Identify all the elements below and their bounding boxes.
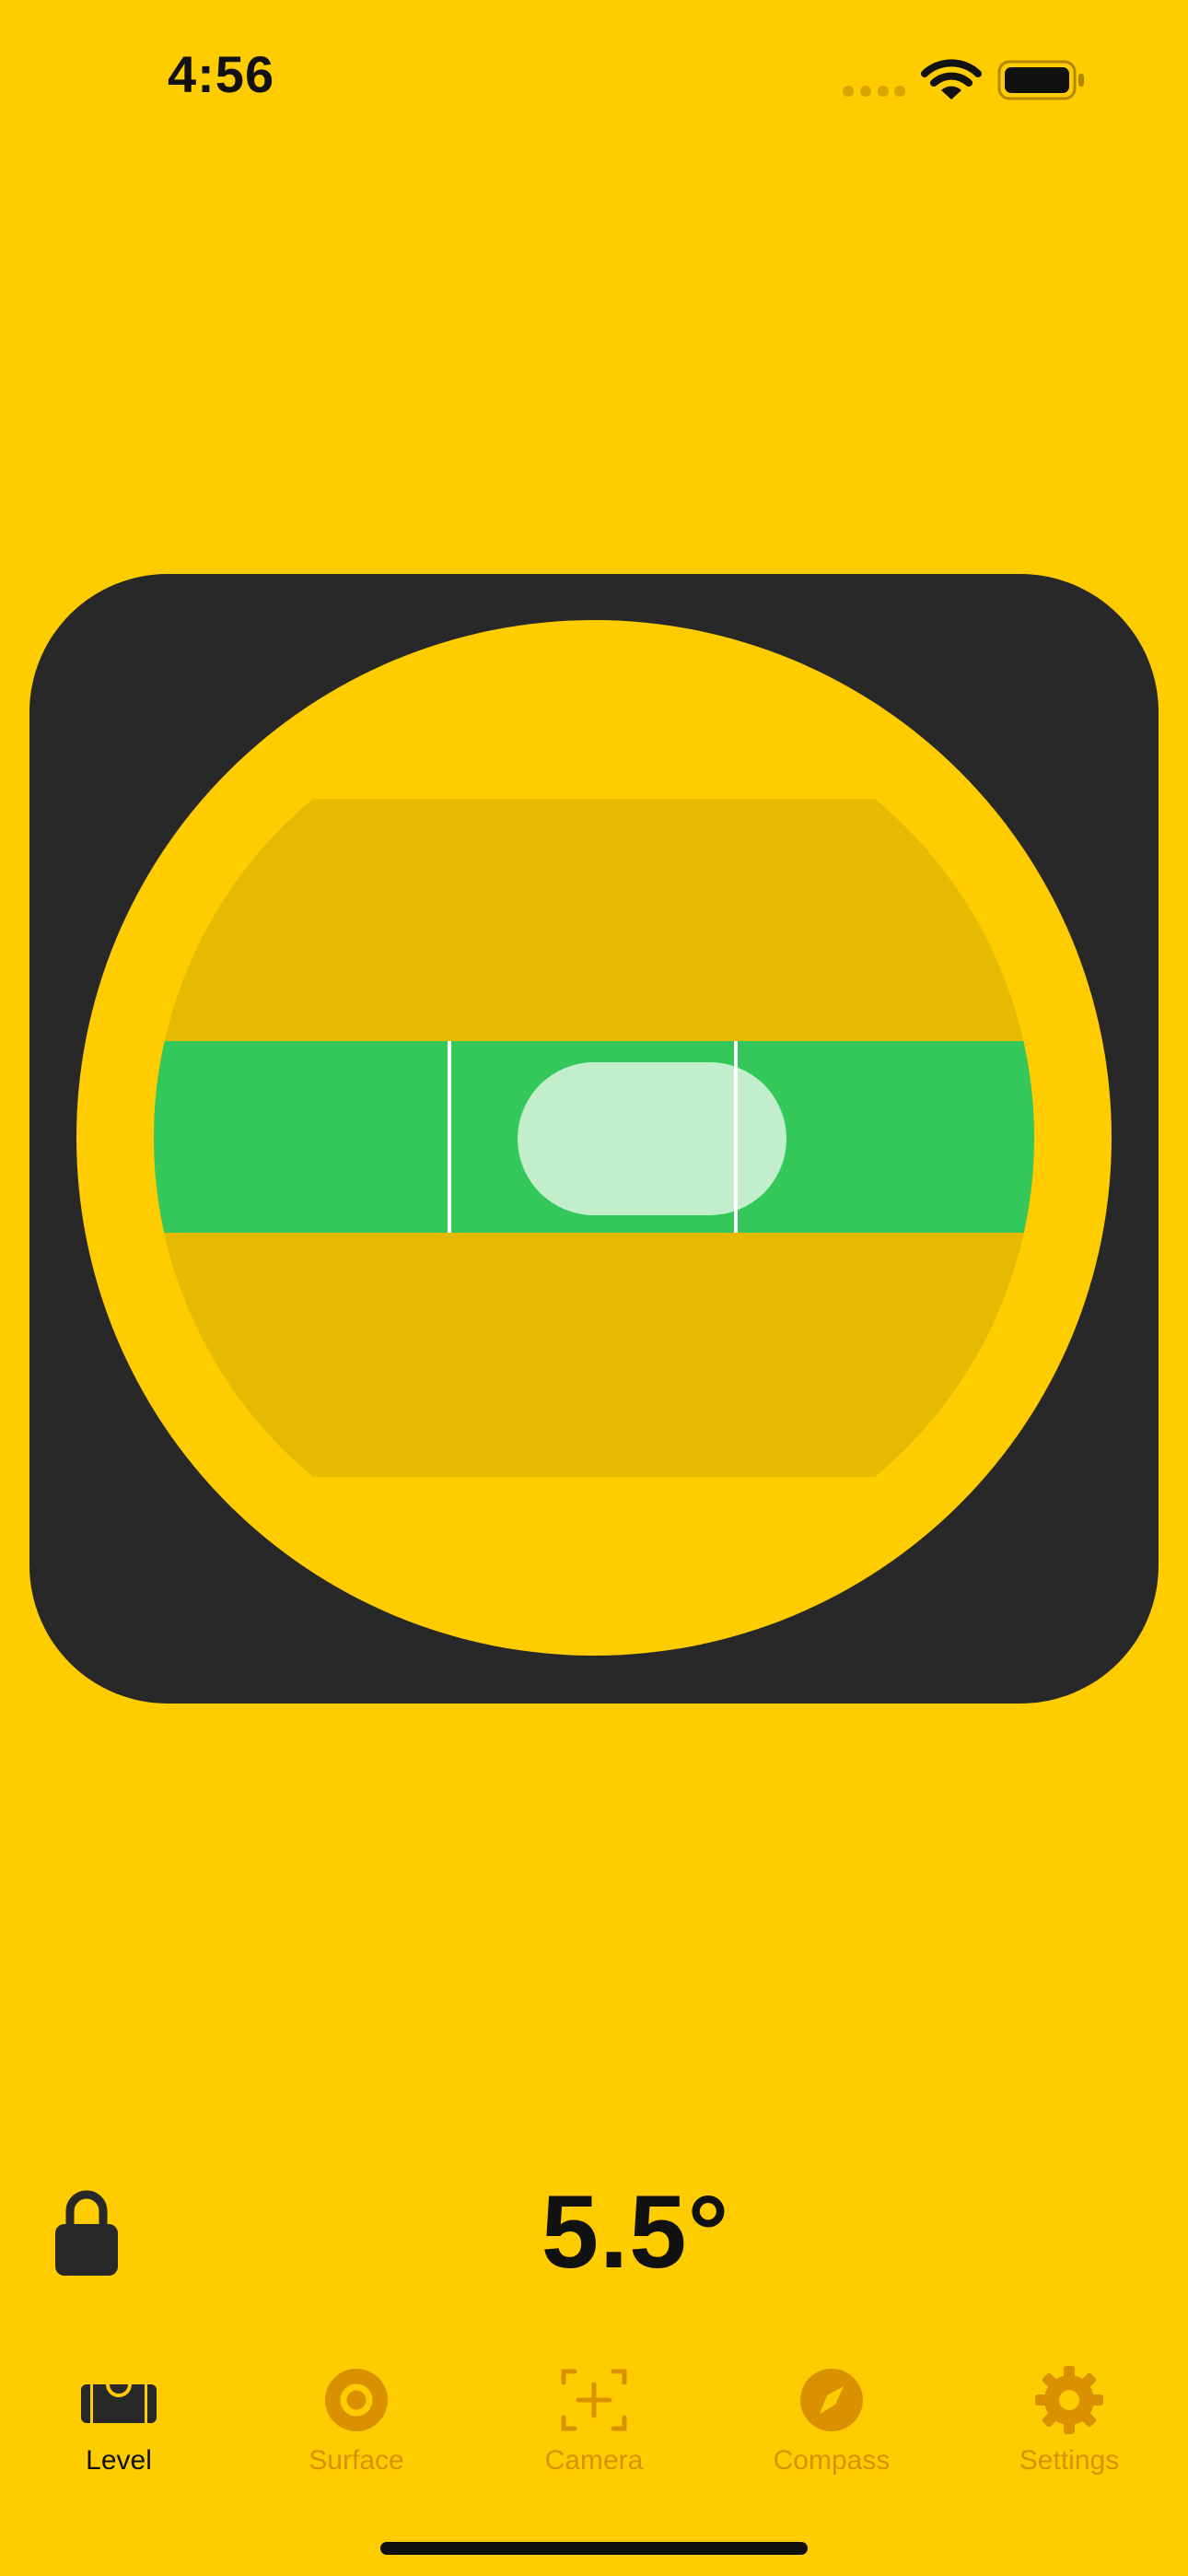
surface-icon bbox=[325, 2369, 388, 2431]
level-device[interactable] bbox=[29, 574, 1159, 1704]
tab-label: Level bbox=[86, 2445, 152, 2476]
tab-camera[interactable]: Camera bbox=[475, 2359, 713, 2488]
status-time: 4:56 bbox=[168, 45, 275, 103]
tab-surface[interactable]: Surface bbox=[238, 2359, 475, 2488]
tab-settings[interactable]: Settings bbox=[950, 2359, 1188, 2488]
wifi-icon bbox=[921, 59, 982, 100]
signal-dots-icon bbox=[843, 86, 905, 97]
tab-compass[interactable]: Compass bbox=[713, 2359, 950, 2488]
tab-label: Settings bbox=[1019, 2445, 1120, 2476]
settings-icon bbox=[1035, 2366, 1103, 2434]
compass-icon bbox=[800, 2369, 863, 2431]
camera-icon bbox=[561, 2369, 627, 2431]
tab-label: Camera bbox=[544, 2445, 644, 2476]
tab-bar: Level Surface Camera Compass Settings bbox=[0, 2359, 1188, 2488]
tab-label: Compass bbox=[773, 2445, 891, 2476]
home-indicator[interactable] bbox=[380, 2542, 808, 2555]
angle-readout: 5.5° bbox=[541, 2174, 730, 2289]
tab-level[interactable]: Level bbox=[0, 2359, 238, 2488]
battery-icon bbox=[997, 60, 1084, 100]
level-icon bbox=[81, 2384, 157, 2423]
tab-label: Surface bbox=[309, 2445, 404, 2476]
bubble bbox=[518, 1062, 786, 1215]
